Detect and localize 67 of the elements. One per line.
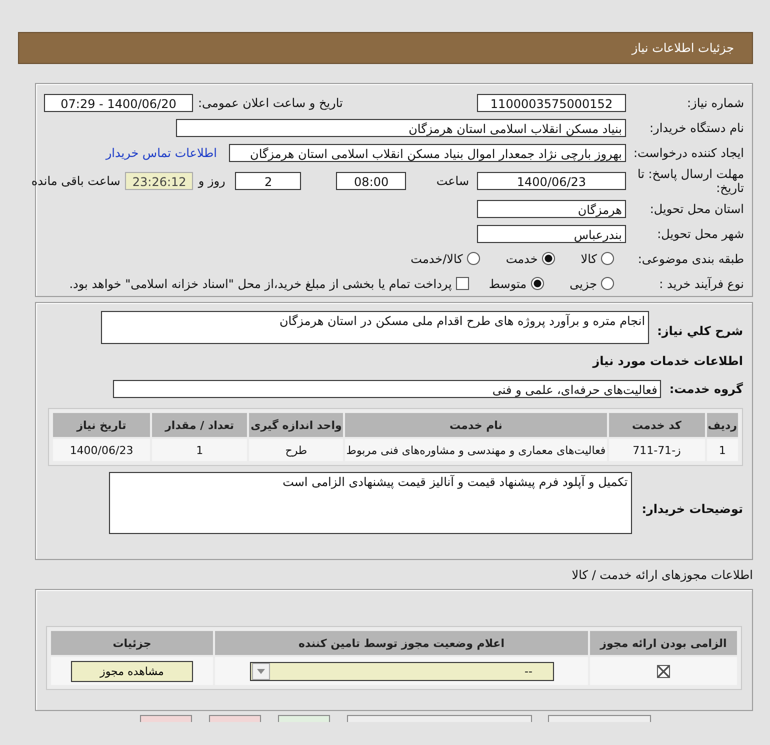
column-header: ردیف: [706, 413, 738, 437]
text-field[interactable]: بهروز بارچی نژاد جمعدار اموال بنیاد مسکن انقلاب اسلامی استان هرمزگان: [229, 144, 626, 162]
checkbox-label: پرداخت تمام یا بخشی از مبلغ خرید،از محل "اسناد خزانه اسلامی" خواهد بود.: [69, 276, 452, 290]
field-label: ایجاد کننده درخواست:: [632, 146, 744, 160]
table-cell: 1400/06/23: [53, 439, 150, 461]
field-label: ساعت: [436, 174, 469, 188]
option-label: کالا/خدمت: [410, 252, 463, 266]
radio-button[interactable]: [542, 252, 555, 265]
radio-button[interactable]: [530, 277, 544, 290]
column-header: جزئیات: [51, 631, 213, 655]
field-label: روز و: [198, 174, 226, 188]
radio-button[interactable]: [601, 277, 614, 290]
button[interactable]: [140, 715, 192, 722]
column-header: کد خدمت: [608, 413, 705, 437]
text-field[interactable]: 1400/06/20 - 07:29: [44, 94, 193, 112]
checkbox[interactable]: [657, 664, 670, 678]
view-permit-button[interactable]: مشاهده مجوز: [71, 660, 193, 682]
field-label: مهلت ارسال پاسخ: تا تاریخ:: [636, 166, 744, 194]
text-field[interactable]: هرمزگان: [477, 200, 626, 218]
radio-button[interactable]: [466, 252, 480, 265]
section-heading: اطلاعات مجوزهای ارائه خدمت / کالا: [570, 568, 753, 584]
column-header: اعلام وضعیت مجوز توسط تامین کننده: [215, 631, 588, 655]
option-label: متوسط: [488, 276, 527, 290]
field-label: شماره نیاز:: [686, 96, 744, 110]
text-field[interactable]: بندرعباس: [477, 224, 626, 242]
field-label: نوع فرآیند خرید :: [658, 276, 744, 290]
field-label: نام دستگاه خریدار:: [648, 120, 744, 134]
field-label: ساعت باقی مانده: [31, 174, 120, 188]
button[interactable]: [209, 715, 261, 722]
field-label: شرح کلي نیاز:: [657, 324, 743, 338]
text-field[interactable]: بنیاد مسکن انقلاب اسلامی استان هرمزگان: [176, 118, 626, 136]
contact-link[interactable]: اطلاعات تماس خریدار: [106, 146, 217, 160]
column-header: نام خدمت: [345, 413, 607, 437]
text-field[interactable]: 1100003575000152: [477, 94, 626, 112]
button[interactable]: [278, 715, 330, 722]
table-cell: ز-71-711: [608, 439, 705, 461]
field-label: تاریخ و ساعت اعلان عمومی:: [198, 96, 343, 110]
option-label: کالا: [580, 252, 597, 266]
text-field[interactable]: فعالیت‌های حرفه‌ای، علمی و فنی: [113, 380, 662, 398]
field-label: توضیحات خریدار:: [642, 502, 743, 516]
field-label: گروه خدمت:: [669, 382, 743, 396]
option-label: خدمت: [506, 252, 538, 266]
radio-button[interactable]: [601, 252, 614, 265]
checkbox[interactable]: [456, 277, 469, 290]
description-box: انجام متره و برآورد پروژه های طرح اقدام ملی مسکن در استان هرمزگان: [101, 311, 650, 344]
table-cell: 1: [706, 439, 738, 461]
page-title: جزئیات اطلاعات نیاز: [632, 41, 734, 55]
table-cell: طرح: [249, 439, 344, 461]
column-header: تعداد / مقدار: [152, 413, 248, 437]
button[interactable]: [347, 715, 532, 722]
button[interactable]: [548, 715, 651, 722]
field-label: استان محل تحویل:: [648, 202, 744, 216]
column-header: الزامی بودن ارائه مجوز: [590, 631, 737, 655]
status-dropdown[interactable]: --: [250, 662, 554, 680]
text-field[interactable]: 08:00: [336, 172, 406, 190]
field-label: شهر محل تحویل:: [656, 226, 744, 240]
table-cell: فعالیت‌های معماری و مهندسی و مشاوره‌های فنی مربوط: [345, 439, 607, 461]
countdown-field: 23:26:12: [125, 172, 194, 190]
option-label: جزیی: [570, 276, 597, 290]
text-field[interactable]: 2: [235, 172, 302, 190]
field-label: طبقه بندی موضوعی:: [636, 252, 744, 266]
column-header: واحد اندازه گیری: [249, 413, 344, 437]
notes-box: تکمیل و آپلود فرم پیشنهاد قیمت و آنالیز قیمت پیشنهادی الزامی است: [108, 472, 632, 534]
table-cell: 1: [152, 439, 248, 461]
column-header: تاریخ نیاز: [53, 413, 150, 437]
section-heading: اطلاعات خدمات مورد نیاز: [592, 354, 743, 368]
text-field[interactable]: 1400/06/23: [477, 172, 626, 190]
